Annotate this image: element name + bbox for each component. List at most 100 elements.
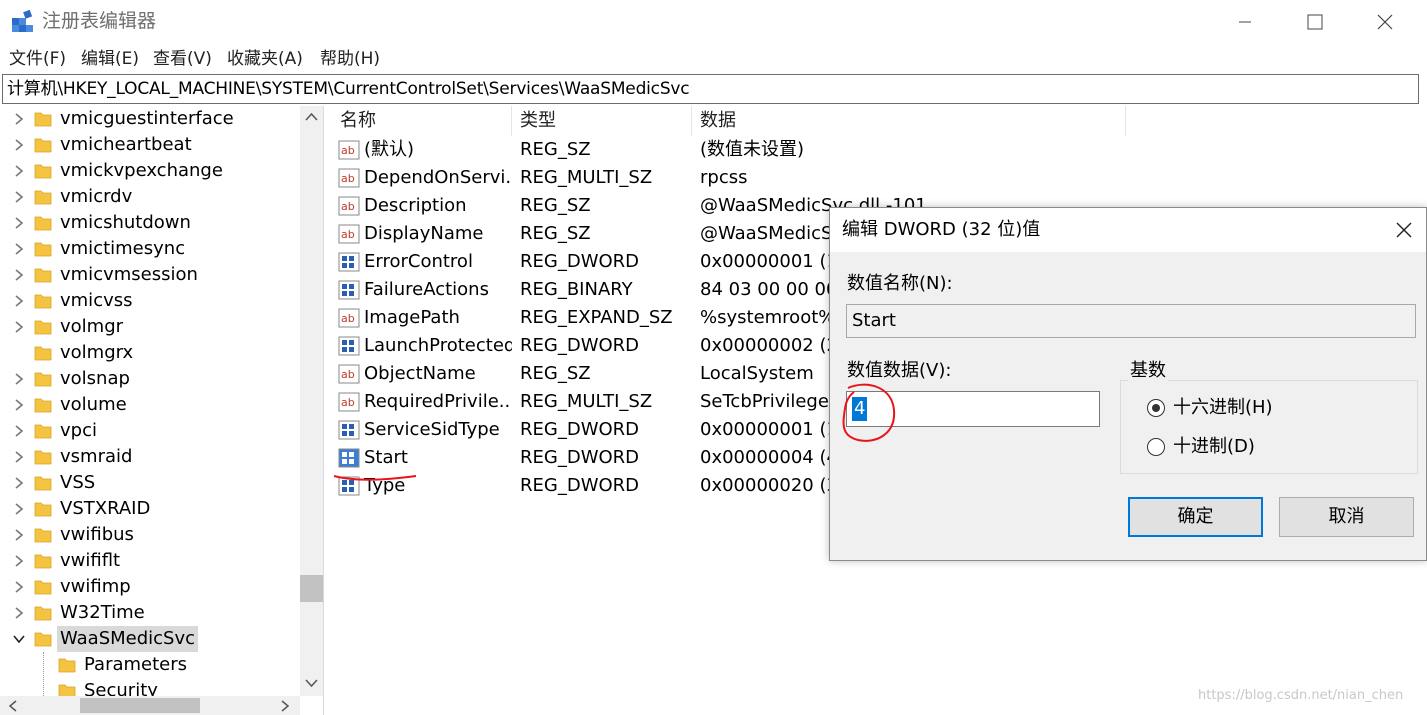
chevron-right-icon[interactable]	[12, 112, 26, 126]
tree-item[interactable]: WaaSMedicSvc	[0, 626, 300, 652]
chevron-right-icon[interactable]	[12, 216, 26, 230]
chevron-right-icon[interactable]	[12, 528, 26, 542]
svg-text:ab: ab	[341, 200, 355, 213]
chevron-right-icon[interactable]	[12, 190, 26, 204]
tree-item[interactable]: VSS	[0, 470, 300, 496]
tree-scroll-thumb[interactable]	[300, 575, 323, 602]
tree-item[interactable]: vwifibus	[0, 522, 300, 548]
scroll-left-icon[interactable]	[8, 700, 18, 712]
list-row[interactable]: ab (默认) REG_SZ (数值未设置)	[332, 136, 1427, 164]
chevron-right-icon[interactable]	[12, 372, 26, 386]
cell-type: REG_DWORD	[520, 475, 640, 496]
scroll-down-icon[interactable]	[305, 678, 318, 688]
pane-splitter[interactable]	[323, 106, 332, 715]
base-group	[1120, 380, 1418, 474]
chevron-right-icon[interactable]	[12, 164, 26, 178]
registry-editor-icon	[12, 10, 33, 32]
chevron-down-icon[interactable]	[12, 632, 26, 646]
column-header-name[interactable]: 名称	[332, 106, 512, 136]
chevron-right-icon[interactable]	[12, 424, 26, 438]
cell-name: DependOnServi...	[364, 167, 512, 188]
dialog-title-bar: 编辑 DWORD (32 位)值	[830, 208, 1426, 252]
cell-type: REG_DWORD	[520, 251, 640, 272]
tree-horizontal-scrollbar[interactable]	[0, 696, 300, 715]
tree-item[interactable]: VSTXRAID	[0, 496, 300, 522]
tree-item[interactable]: vmickvpexchange	[0, 158, 300, 184]
folder-icon	[34, 528, 52, 543]
address-bar[interactable]: 计算机\HKEY_LOCAL_MACHINE\SYSTEM\CurrentCon…	[2, 74, 1419, 104]
radio-decimal[interactable]: 十进制(D)	[1147, 435, 1347, 459]
chevron-right-icon[interactable]	[12, 476, 26, 490]
tree-item[interactable]: W32Time	[0, 600, 300, 626]
string-value-icon: ab	[338, 364, 360, 384]
menu-edit[interactable]: 编辑(E)	[81, 47, 139, 71]
tree-item-label: vmictimesync	[60, 238, 186, 259]
close-button[interactable]	[1350, 0, 1420, 44]
menu-favorites[interactable]: 收藏夹(A)	[227, 47, 303, 71]
tree-item[interactable]: vmicvss	[0, 288, 300, 314]
cell-name: ObjectName	[364, 363, 476, 384]
tree-item[interactable]: Parameters	[0, 652, 300, 678]
tree-item[interactable]: volmgrx	[0, 340, 300, 366]
tree-item[interactable]: volume	[0, 392, 300, 418]
cell-name: LaunchProtected	[364, 335, 512, 356]
chevron-right-icon[interactable]	[12, 606, 26, 620]
tree-item[interactable]: vmicrdv	[0, 184, 300, 210]
minimize-button[interactable]	[1210, 0, 1280, 44]
chevron-right-icon[interactable]	[12, 502, 26, 516]
folder-icon	[34, 242, 52, 257]
menu-view[interactable]: 查看(V)	[153, 47, 212, 71]
tree-item[interactable]: Security	[0, 678, 300, 696]
tree-item[interactable]: vmictimesync	[0, 236, 300, 262]
chevron-right-icon[interactable]	[12, 268, 26, 282]
chevron-right-icon[interactable]	[12, 398, 26, 412]
tree-item[interactable]: volsnap	[0, 366, 300, 392]
column-header-type[interactable]: 类型	[512, 106, 692, 136]
tree-item[interactable]: volmgr	[0, 314, 300, 340]
scroll-right-icon[interactable]	[280, 700, 290, 712]
folder-icon	[34, 372, 52, 387]
radio-hex-indicator[interactable]	[1147, 399, 1165, 417]
chevron-right-icon[interactable]	[12, 554, 26, 568]
radio-hexadecimal[interactable]: 十六进制(H)	[1147, 396, 1347, 420]
tree-vertical-scrollbar[interactable]	[300, 106, 323, 696]
tree-hscroll-thumb[interactable]	[80, 698, 200, 713]
tree-item[interactable]: vwififlt	[0, 548, 300, 574]
tree-item-label: vmicguestinterface	[60, 108, 234, 129]
chevron-right-icon[interactable]	[12, 294, 26, 308]
folder-icon	[34, 112, 52, 127]
menu-file[interactable]: 文件(F)	[9, 47, 66, 71]
binary-value-icon	[338, 420, 360, 440]
cell-name: ServiceSidType	[364, 419, 500, 440]
tree-item-label: vwifimp	[60, 576, 131, 597]
chevron-right-icon[interactable]	[12, 320, 26, 334]
menu-help[interactable]: 帮助(H)	[320, 47, 380, 71]
list-row[interactable]: ab DependOnServi... REG_MULTI_SZ rpcss	[332, 164, 1427, 192]
tree-item[interactable]: vmicheartbeat	[0, 132, 300, 158]
cancel-button[interactable]: 取消	[1279, 497, 1414, 537]
chevron-right-icon[interactable]	[12, 450, 26, 464]
radio-decimal-label: 十进制(D)	[1173, 436, 1255, 457]
tree-item[interactable]: vmicguestinterface	[0, 106, 300, 132]
ok-button[interactable]: 确定	[1128, 497, 1263, 537]
tree-item[interactable]: vpci	[0, 418, 300, 444]
tree-item-label: vmicvss	[60, 290, 133, 311]
tree-item[interactable]: vsmraid	[0, 444, 300, 470]
chevron-right-icon[interactable]	[12, 580, 26, 594]
tree-item[interactable]: vmicshutdown	[0, 210, 300, 236]
chevron-right-icon[interactable]	[12, 138, 26, 152]
address-path: 计算机\HKEY_LOCAL_MACHINE\SYSTEM\CurrentCon…	[7, 79, 690, 99]
radio-decimal-indicator[interactable]	[1147, 438, 1165, 456]
tree-item-label: vmicrdv	[60, 186, 133, 207]
dialog-close-icon[interactable]	[1390, 216, 1418, 244]
cell-data: rpcss	[700, 167, 748, 188]
folder-icon	[34, 606, 52, 621]
scroll-up-icon[interactable]	[305, 112, 318, 122]
tree-item[interactable]: vmicvmsession	[0, 262, 300, 288]
maximize-button[interactable]	[1280, 0, 1350, 44]
column-header-data[interactable]: 数据	[692, 106, 1126, 136]
tree-item[interactable]: vwifimp	[0, 574, 300, 600]
folder-icon	[34, 346, 52, 361]
value-name-field: Start	[846, 304, 1416, 338]
chevron-right-icon[interactable]	[12, 242, 26, 256]
